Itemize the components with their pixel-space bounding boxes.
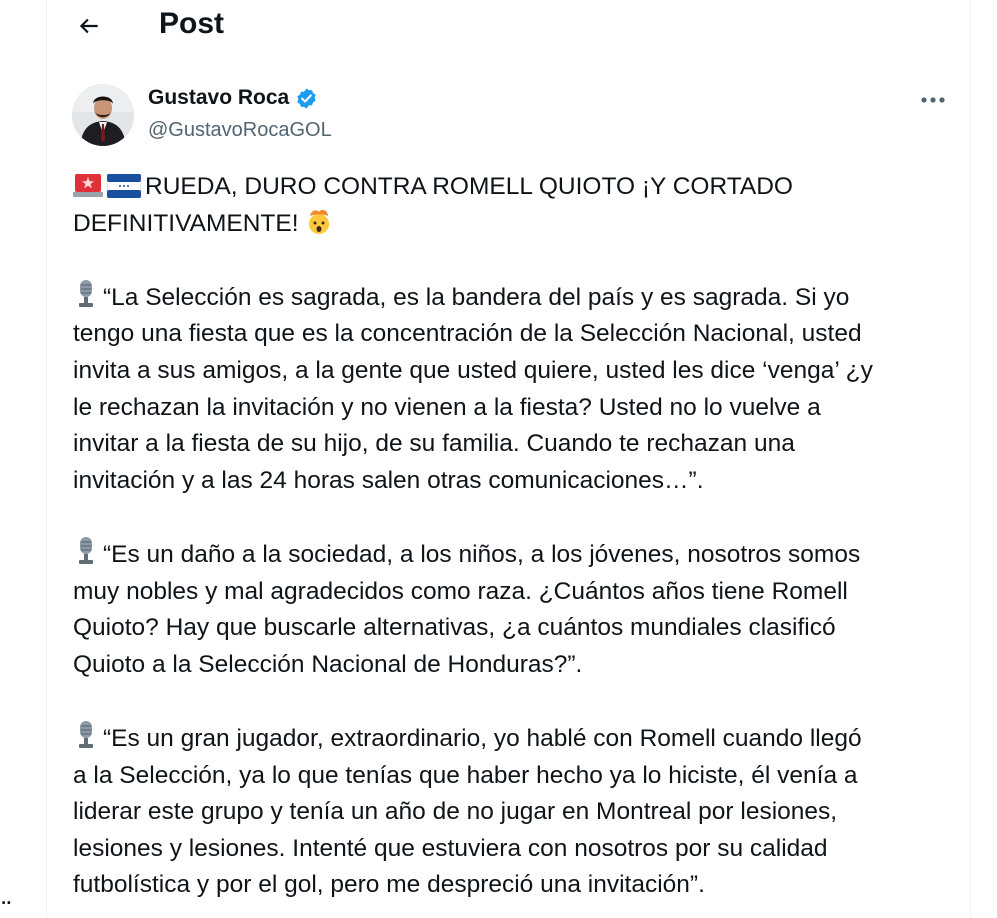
headline: RUEDA, DURO CONTRA ROMELL QUIOTO ¡Y CORT… — [73, 169, 953, 242]
quote-1-line-1: “La Selección es sagrada, es la bandera … — [103, 283, 850, 311]
verified-badge-icon — [297, 87, 316, 109]
quote-paragraph-2: “Es un daño a la sociedad, a los niños, … — [73, 536, 953, 683]
quote-3-line-2: a la Selección, ya lo que tenías que hab… — [73, 761, 858, 789]
headline-line-2: DEFINITIVAMENTE! — [73, 209, 299, 237]
author-name-label: Gustavo Roca — [148, 86, 290, 109]
avatar-photo — [72, 84, 134, 146]
post-text: RUEDA, DURO CONTRA ROMELL QUIOTO ¡Y CORT… — [73, 169, 953, 904]
author-handle[interactable]: @GustavoRocaGOL — [148, 116, 332, 144]
headline-line-1: RUEDA, DURO CONTRA ROMELL QUIOTO ¡Y CORT… — [145, 173, 793, 200]
quote-3-line-3: liderar este grupo y tenía un año de no … — [73, 798, 838, 826]
quote-paragraph-3: “Es un gran jugador, extraordinario, yo … — [73, 720, 953, 904]
quote-2-line-2: muy nobles y mal agradecidos como raza. … — [73, 577, 848, 605]
quote-2-line-3: Quioto? Hay que buscarle alternativas, ¿… — [73, 614, 836, 642]
studio-microphone-emoji — [79, 536, 93, 564]
police-light-emoji — [73, 174, 103, 197]
quote-1-line-3: invita a sus amigos, a la gente que uste… — [73, 356, 873, 384]
left-edge-text: .. — [0, 880, 13, 910]
author-name[interactable]: Gustavo Roca — [148, 84, 318, 112]
quote-3-line-4: lesiones y lesiones. Intenté que estuvie… — [73, 834, 828, 862]
quote-2-line-4: Quioto a la Selección Nacional de Hondur… — [73, 650, 583, 678]
honduras-flag-emoji — [107, 174, 141, 198]
page-title: Post — [159, 7, 225, 40]
studio-microphone-emoji — [79, 279, 93, 307]
quote-paragraph-1: “La Selección es sagrada, es la bandera … — [73, 279, 953, 500]
studio-microphone-emoji — [79, 720, 93, 748]
quote-3-line-1: “Es un gran jugador, extraordinario, yo … — [103, 724, 862, 752]
exploding-head-emoji — [309, 209, 330, 234]
more-horizontal-icon — [921, 97, 945, 103]
more-options-button[interactable] — [915, 86, 951, 114]
post-header: Post — [47, 0, 970, 50]
quote-2-line-1: “Es un daño a la sociedad, a los niños, … — [103, 540, 861, 568]
quote-1-line-6: invitación y a las 24 horas salen otras … — [73, 466, 704, 494]
quote-1-line-4: le rechazan la invitación y no vienen a … — [73, 393, 821, 421]
avatar[interactable] — [72, 84, 134, 146]
arrow-left-icon — [79, 18, 98, 34]
quote-1-line-5: invitar a la fiesta de su hijo, de su fa… — [73, 430, 795, 458]
back-button[interactable] — [71, 8, 107, 44]
quote-3-line-5: futbolística y por el gol, pero me despr… — [73, 871, 705, 899]
post-panel: Post Gustavo Roca @GustavoRocaGOL RUEDA,… — [46, 0, 971, 918]
quote-1-line-2: tengo una fiesta que es la concentración… — [73, 320, 862, 348]
